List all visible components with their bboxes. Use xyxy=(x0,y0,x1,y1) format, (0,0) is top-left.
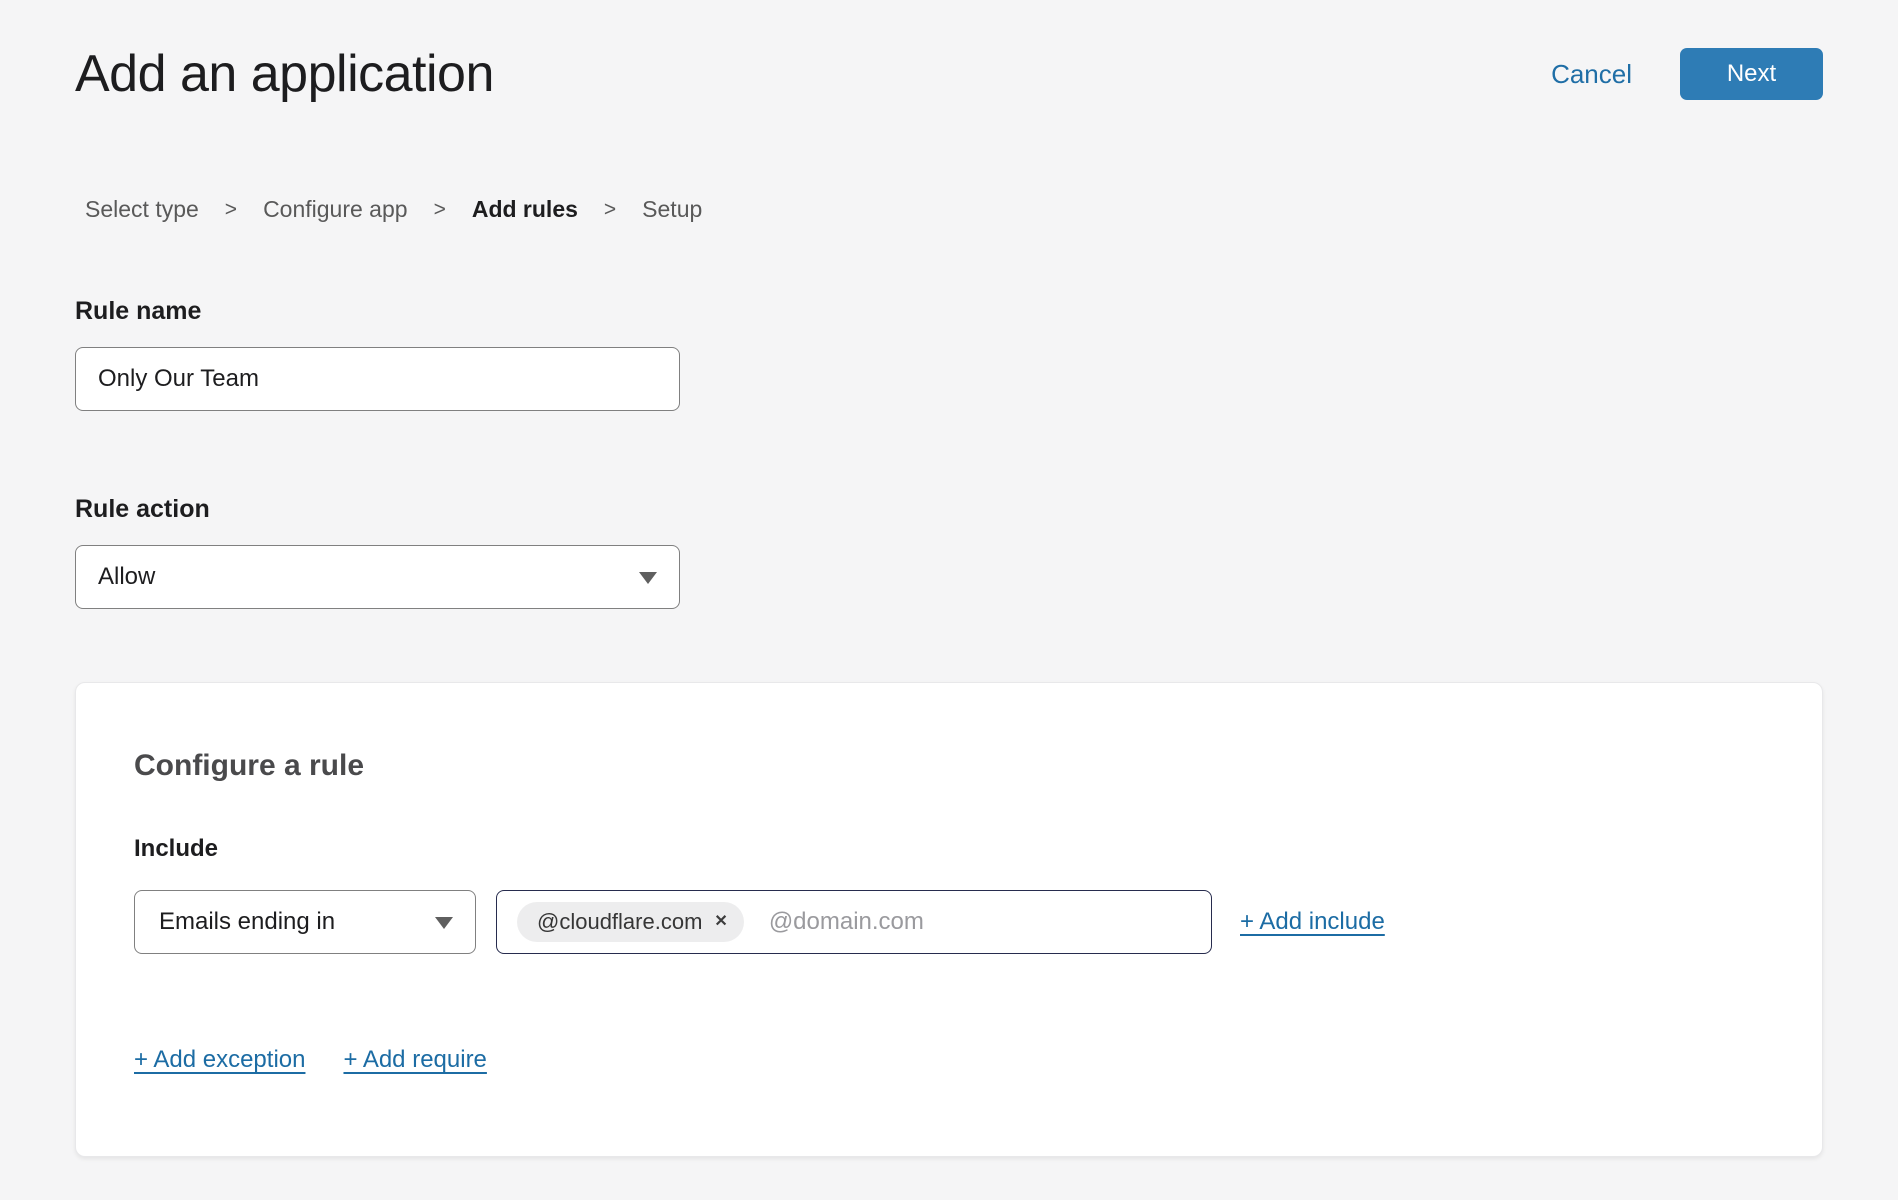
breadcrumb-step-configure-app[interactable]: Configure app xyxy=(263,196,408,223)
rule-name-input[interactable] xyxy=(75,347,680,411)
add-application-page: Add an application Cancel Next Select ty… xyxy=(0,0,1898,1157)
page-title: Add an application xyxy=(75,44,494,104)
include-selector-select[interactable]: Emails ending in xyxy=(134,890,476,954)
breadcrumb-separator: > xyxy=(434,198,446,222)
chevron-down-icon xyxy=(639,572,657,584)
email-domain-input[interactable] xyxy=(769,908,1199,936)
breadcrumb-separator: > xyxy=(225,198,237,222)
rule-extra-links: + Add exception + Add require xyxy=(134,1046,1764,1074)
add-include-link[interactable]: + Add include xyxy=(1240,908,1385,936)
breadcrumb-separator: > xyxy=(604,198,616,222)
page-header: Add an application Cancel Next xyxy=(75,0,1823,104)
add-require-link[interactable]: + Add require xyxy=(343,1046,486,1074)
include-value-tag-input[interactable]: @cloudflare.com ✕ xyxy=(496,890,1212,954)
chevron-down-icon xyxy=(435,917,453,929)
rule-name-label: Rule name xyxy=(75,297,1823,326)
include-label: Include xyxy=(134,835,1764,863)
header-actions: Cancel Next xyxy=(1551,48,1823,100)
add-exception-link[interactable]: + Add exception xyxy=(134,1046,305,1074)
rule-action-selected-value: Allow xyxy=(98,563,155,591)
card-title: Configure a rule xyxy=(134,749,1764,783)
email-domain-chip: @cloudflare.com ✕ xyxy=(517,902,744,942)
rule-action-label: Rule action xyxy=(75,495,1823,524)
chip-label: @cloudflare.com xyxy=(537,909,702,935)
configure-rule-card: Configure a rule Include Emails ending i… xyxy=(75,682,1823,1157)
next-button[interactable]: Next xyxy=(1680,48,1823,100)
cancel-button[interactable]: Cancel xyxy=(1551,59,1632,90)
breadcrumb-step-setup[interactable]: Setup xyxy=(642,196,702,223)
include-rule-row: Emails ending in @cloudflare.com ✕ + Add… xyxy=(134,890,1764,954)
breadcrumb-step-add-rules[interactable]: Add rules xyxy=(472,196,578,223)
breadcrumb-step-select-type[interactable]: Select type xyxy=(85,196,199,223)
chip-remove-icon[interactable]: ✕ xyxy=(714,914,727,930)
include-selector-value: Emails ending in xyxy=(159,908,335,936)
breadcrumb: Select type > Configure app > Add rules … xyxy=(85,196,1823,223)
rule-action-select[interactable]: Allow xyxy=(75,545,680,609)
